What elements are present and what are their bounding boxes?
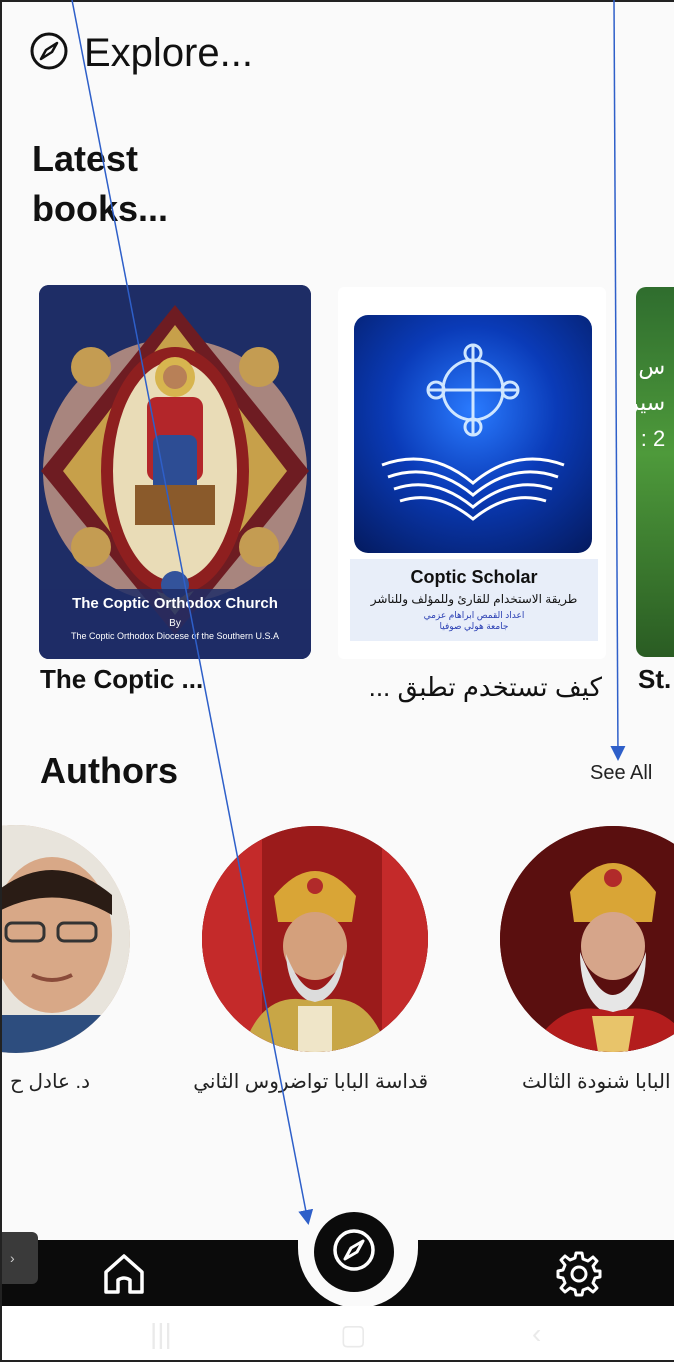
compass-icon <box>28 30 70 77</box>
chevron-right-icon: › <box>10 1250 15 1266</box>
home-nav-button[interactable] <box>100 1250 148 1301</box>
author-name[interactable]: قداسة البابا تواضروس الثاني <box>193 1069 428 1094</box>
recent-apps-icon[interactable]: ||| <box>150 1318 172 1350</box>
book-cover-line: طريقة الاستخدام للقارئ وللمؤلف وللناشر <box>370 592 578 606</box>
author-avatar[interactable] <box>202 826 428 1052</box>
explore-nav-button[interactable] <box>314 1212 394 1292</box>
book-cover-subtitle: The Coptic Orthodox Diocese of the South… <box>70 631 280 641</box>
book-cover-line: سير <box>636 390 666 415</box>
side-panel-handle[interactable]: › <box>2 1232 38 1284</box>
book-cover-line: اعداد القمص ابراهام عزمي <box>423 610 525 620</box>
see-all-link[interactable]: See All <box>590 762 652 785</box>
book-cover-text: س سير 2 : <box>636 349 665 457</box>
back-icon[interactable]: ‹ <box>532 1318 541 1350</box>
home-icon <box>100 1254 148 1300</box>
book-card-coptic-church[interactable]: The Coptic Orthodox Church By The Coptic… <box>39 285 311 659</box>
gear-icon <box>554 1251 604 1303</box>
book-title[interactable]: كيف تستخدم تطبق ... <box>332 672 602 703</box>
latest-books-title: Latest books... <box>32 138 169 229</box>
home-system-icon[interactable]: ▢ <box>340 1318 366 1351</box>
author-name[interactable]: البابا شنودة الثالث <box>522 1069 674 1094</box>
book-cover-caption: The Coptic Orthodox Church By The Coptic… <box>39 595 311 641</box>
book-cover-art <box>354 315 592 553</box>
book-cover-line: س <box>638 354 666 379</box>
book-card-partial[interactable]: س سير 2 : <box>636 287 674 657</box>
system-nav-bar: ||| ▢ ‹ <box>2 1306 674 1360</box>
book-title[interactable]: St. <box>638 664 671 695</box>
book-cover-caption: Coptic Scholar طريقة الاستخدام للقارئ ول… <box>350 559 598 641</box>
authors-title: Authors <box>40 750 178 791</box>
book-cover-title: Coptic Scholar <box>410 567 538 587</box>
book-cover-title: The Coptic Orthodox Church <box>72 595 278 612</box>
author-avatar[interactable] <box>500 826 674 1052</box>
compass-icon <box>329 1225 379 1280</box>
book-cover-line: جامعة هولي صوفيا <box>439 621 509 631</box>
book-cover-line: 2 : <box>640 426 666 451</box>
page-title: Explore... <box>84 31 253 75</box>
book-cover-by: By <box>169 618 181 629</box>
app-screen: Explore... Latest books... The Coptic Or… <box>0 0 674 1362</box>
explore-header: Explore... <box>28 30 253 77</box>
book-card-coptic-scholar[interactable]: Coptic Scholar طريقة الاستخدام للقارئ ول… <box>338 287 606 659</box>
book-title[interactable]: The Coptic ... <box>40 664 203 695</box>
author-avatar[interactable] <box>2 825 130 1053</box>
author-name[interactable]: د. عادل ح <box>10 1069 90 1094</box>
settings-nav-button[interactable] <box>554 1249 604 1304</box>
